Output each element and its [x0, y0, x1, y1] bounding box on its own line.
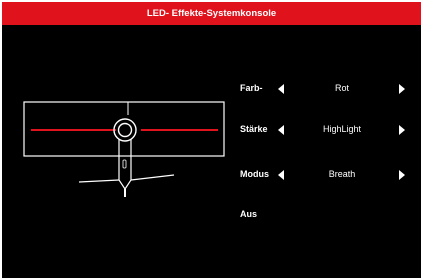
stand-neck	[118, 139, 132, 191]
setting-row-color: Farb- Rot	[240, 81, 410, 97]
setting-value-color: Rot	[334, 83, 349, 93]
triangle-left-icon	[278, 170, 284, 180]
triangle-right-icon	[399, 170, 405, 180]
stand-mount-inner	[117, 122, 133, 138]
setting-row-mode: Modus Breath	[240, 167, 410, 183]
triangle-left-icon	[278, 125, 284, 135]
mode-prev-button[interactable]	[274, 167, 288, 183]
intensity-prev-button[interactable]	[274, 122, 288, 138]
triangle-left-icon	[278, 84, 284, 94]
setting-label-mode: Modus	[240, 169, 269, 179]
setting-value-mode: Breath	[328, 169, 356, 179]
setting-row-intensity: Stärke HighLight	[240, 122, 410, 138]
intensity-next-button[interactable]	[395, 122, 409, 138]
setting-label-intensity: Stärke	[240, 124, 268, 134]
off-option[interactable]: Aus	[240, 209, 257, 219]
stand-leg-right	[130, 174, 175, 181]
color-prev-button[interactable]	[274, 81, 288, 97]
setting-value-intensity: HighLight	[322, 124, 362, 134]
led-console-window: LED- Effekte-Systemkonsole Farb- Rot Stä…	[2, 2, 421, 278]
color-next-button[interactable]	[395, 81, 409, 97]
stand-leg-left	[78, 179, 120, 183]
setting-label-color: Farb-	[240, 83, 263, 93]
window-title: LED- Effekte-Systemkonsole	[146, 8, 277, 19]
triangle-right-icon	[399, 125, 405, 135]
monitor-back-icon	[23, 101, 225, 197]
triangle-right-icon	[399, 84, 405, 94]
stand-mount-outer	[113, 118, 137, 142]
mode-next-button[interactable]	[395, 167, 409, 183]
title-bar: LED- Effekte-Systemkonsole	[2, 2, 421, 25]
